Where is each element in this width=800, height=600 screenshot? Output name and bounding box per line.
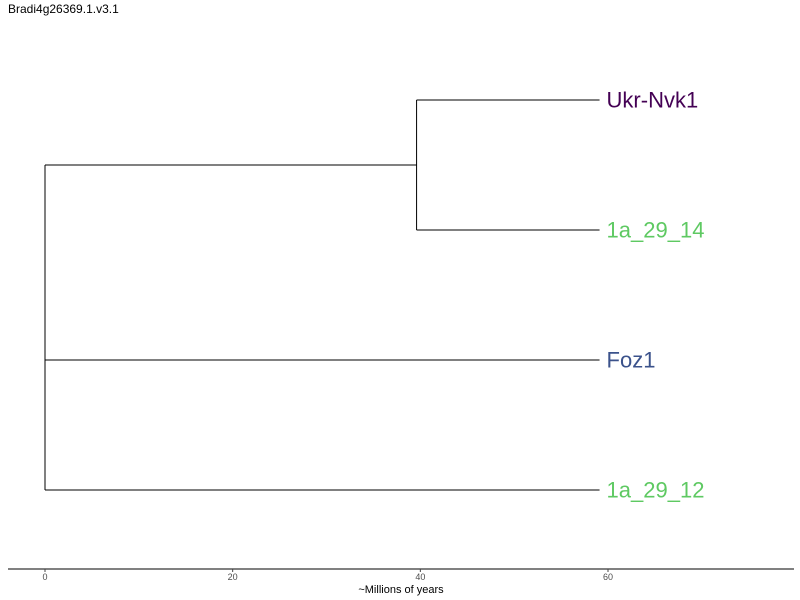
x-tick-label: 40 <box>415 572 425 582</box>
tip-labels: Ukr-Nvk1 1a_29_14 Foz1 1a_29_12 <box>607 88 705 503</box>
tip-label: 1a_29_14 <box>607 218 705 243</box>
tip-label: Ukr-Nvk1 <box>607 88 699 113</box>
x-tick-label: 20 <box>228 572 238 582</box>
tree-branches <box>44 99 600 491</box>
tip-label: 1a_29_12 <box>607 478 705 503</box>
x-tick-label: 0 <box>42 572 47 582</box>
x-axis: 0 20 40 60 ~Millions of years <box>8 568 794 596</box>
x-axis-label: ~Millions of years <box>358 584 444 596</box>
x-tick-label: 60 <box>603 572 613 582</box>
tip-label: Foz1 <box>607 348 656 373</box>
phylogenetic-tree-chart: Ukr-Nvk1 1a_29_14 Foz1 1a_29_12 0 20 40 60 ~Mi… <box>8 88 794 596</box>
x-axis-ticks: 0 20 40 60 <box>42 569 613 582</box>
